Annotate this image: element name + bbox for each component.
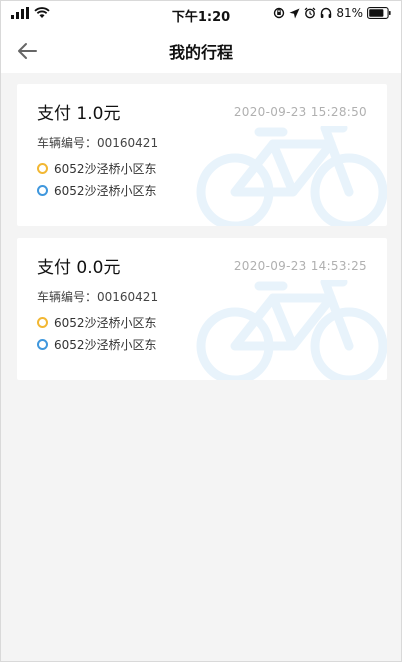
battery-percent: 81% bbox=[336, 6, 363, 20]
trip-card[interactable]: 支付 0.0元 2020-09-23 14:53:25 车辆编号：0016042… bbox=[17, 238, 387, 380]
trip-card[interactable]: 支付 1.0元 2020-09-23 15:28:50 车辆编号：0016042… bbox=[17, 84, 387, 226]
status-bar: 下午1:20 81% bbox=[1, 1, 401, 29]
end-location: 6052沙泾桥小区东 bbox=[37, 336, 157, 353]
end-dot-icon bbox=[37, 185, 48, 196]
trip-amount: 支付 1.0元 bbox=[37, 104, 121, 124]
start-location-label: 6052沙泾桥小区东 bbox=[54, 316, 157, 330]
trip-time: 2020-09-23 15:28:50 bbox=[233, 105, 367, 119]
bicycle-icon bbox=[196, 126, 387, 226]
headphones-icon bbox=[321, 7, 332, 18]
trip-list: 支付 1.0元 2020-09-23 15:28:50 车辆编号：0016042… bbox=[17, 84, 387, 392]
start-dot-icon bbox=[37, 317, 48, 328]
alarm-icon bbox=[304, 7, 316, 19]
start-location: 6052沙泾桥小区东 bbox=[37, 160, 157, 177]
trip-amount: 支付 0.0元 bbox=[37, 258, 121, 278]
start-location-label: 6052沙泾桥小区东 bbox=[54, 162, 157, 176]
nav-bar: 我的行程 bbox=[1, 29, 401, 73]
end-location: 6052沙泾桥小区东 bbox=[37, 182, 157, 199]
trip-time: 2020-09-23 14:53:25 bbox=[233, 259, 367, 273]
start-dot-icon bbox=[37, 163, 48, 174]
location-arrow-icon bbox=[289, 8, 300, 18]
orientation-lock-icon bbox=[274, 7, 285, 19]
battery-icon bbox=[367, 7, 391, 19]
end-location-label: 6052沙泾桥小区东 bbox=[54, 338, 157, 352]
bicycle-icon bbox=[196, 280, 387, 380]
vehicle-number: 车辆编号：00160421 bbox=[37, 136, 159, 150]
status-bar-right: 81% bbox=[273, 6, 391, 20]
end-location-label: 6052沙泾桥小区东 bbox=[54, 184, 157, 198]
start-location: 6052沙泾桥小区东 bbox=[37, 314, 157, 331]
vehicle-number: 车辆编号：00160421 bbox=[37, 290, 159, 304]
end-dot-icon bbox=[37, 339, 48, 350]
page-title: 我的行程 bbox=[168, 43, 233, 62]
